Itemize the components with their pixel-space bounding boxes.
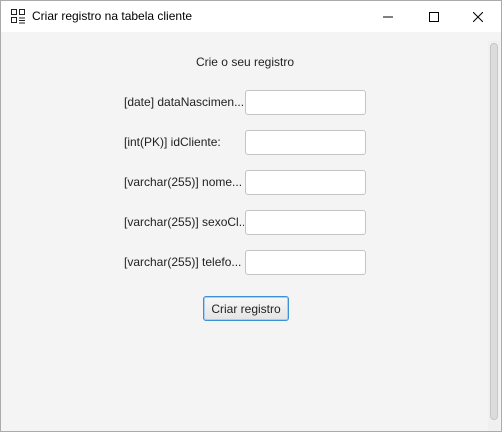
- table-icon: [10, 8, 26, 24]
- field-row-sexo: [varchar(255)] sexoCl...: [1, 210, 489, 235]
- scrollbar-thumb[interactable]: [490, 43, 498, 420]
- criar-registro-button[interactable]: Criar registro: [203, 296, 289, 321]
- field-label: [varchar(255)] telefo...: [124, 255, 242, 269]
- minimize-button[interactable]: [365, 1, 411, 32]
- close-button[interactable]: [455, 1, 501, 32]
- sexo-input[interactable]: [245, 210, 366, 235]
- field-row-data-nascimento: [date] dataNascimen...: [1, 90, 489, 115]
- title-bar[interactable]: Criar registro na tabela cliente: [1, 1, 501, 32]
- field-row-telefone: [varchar(255)] telefo...: [1, 250, 489, 275]
- id-cliente-input[interactable]: [245, 130, 366, 155]
- minimize-icon: [383, 16, 393, 17]
- data-nascimento-input[interactable]: [245, 90, 366, 115]
- form-panel: Crie o seu registro [date] dataNascimen.…: [1, 32, 501, 431]
- field-label: [int(PK)] idCliente:: [124, 135, 221, 149]
- app-window: Criar registro na tabela cliente Crie o …: [0, 0, 502, 432]
- nome-input[interactable]: [245, 170, 366, 195]
- field-label: [varchar(255)] sexoCl...: [124, 215, 244, 229]
- maximize-button[interactable]: [411, 1, 457, 32]
- field-label: [varchar(255)] nome...: [124, 175, 243, 189]
- window-title: Criar registro na tabela cliente: [32, 9, 193, 23]
- vertical-scrollbar[interactable]: [488, 41, 500, 431]
- close-icon: [473, 11, 483, 22]
- form-heading: Crie o seu registro: [195, 55, 295, 69]
- field-label: [date] dataNascimen...: [124, 95, 244, 109]
- telefone-input[interactable]: [245, 250, 366, 275]
- maximize-icon: [429, 11, 439, 22]
- field-row-nome: [varchar(255)] nome...: [1, 170, 489, 195]
- field-row-id-cliente: [int(PK)] idCliente:: [1, 130, 489, 155]
